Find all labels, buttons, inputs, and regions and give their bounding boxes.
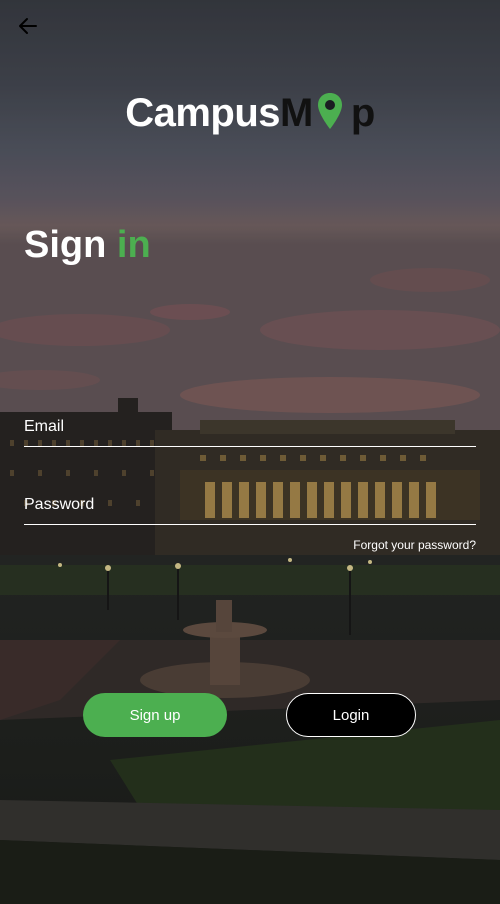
password-input[interactable] xyxy=(24,500,480,520)
logo-text-p: p xyxy=(350,91,375,135)
back-button[interactable] xyxy=(14,14,42,42)
sign-up-button[interactable]: Sign up xyxy=(83,693,227,737)
email-input[interactable] xyxy=(24,422,480,442)
password-field[interactable]: Password xyxy=(24,492,480,525)
arrow-left-icon xyxy=(18,16,38,41)
map-pin-icon xyxy=(317,92,343,130)
email-field[interactable]: Email xyxy=(24,414,480,447)
logo-text-campus: Campus xyxy=(125,91,281,135)
title-word-in: in xyxy=(116,224,151,266)
page-title: Sign in xyxy=(24,224,151,267)
forgot-password-link[interactable]: Forgot your password? xyxy=(353,538,476,552)
logo-text-m: M xyxy=(280,91,313,135)
login-button[interactable]: Login xyxy=(286,693,416,737)
app-logo: Campus M p xyxy=(0,86,500,136)
title-word-sign: Sign xyxy=(24,224,107,266)
